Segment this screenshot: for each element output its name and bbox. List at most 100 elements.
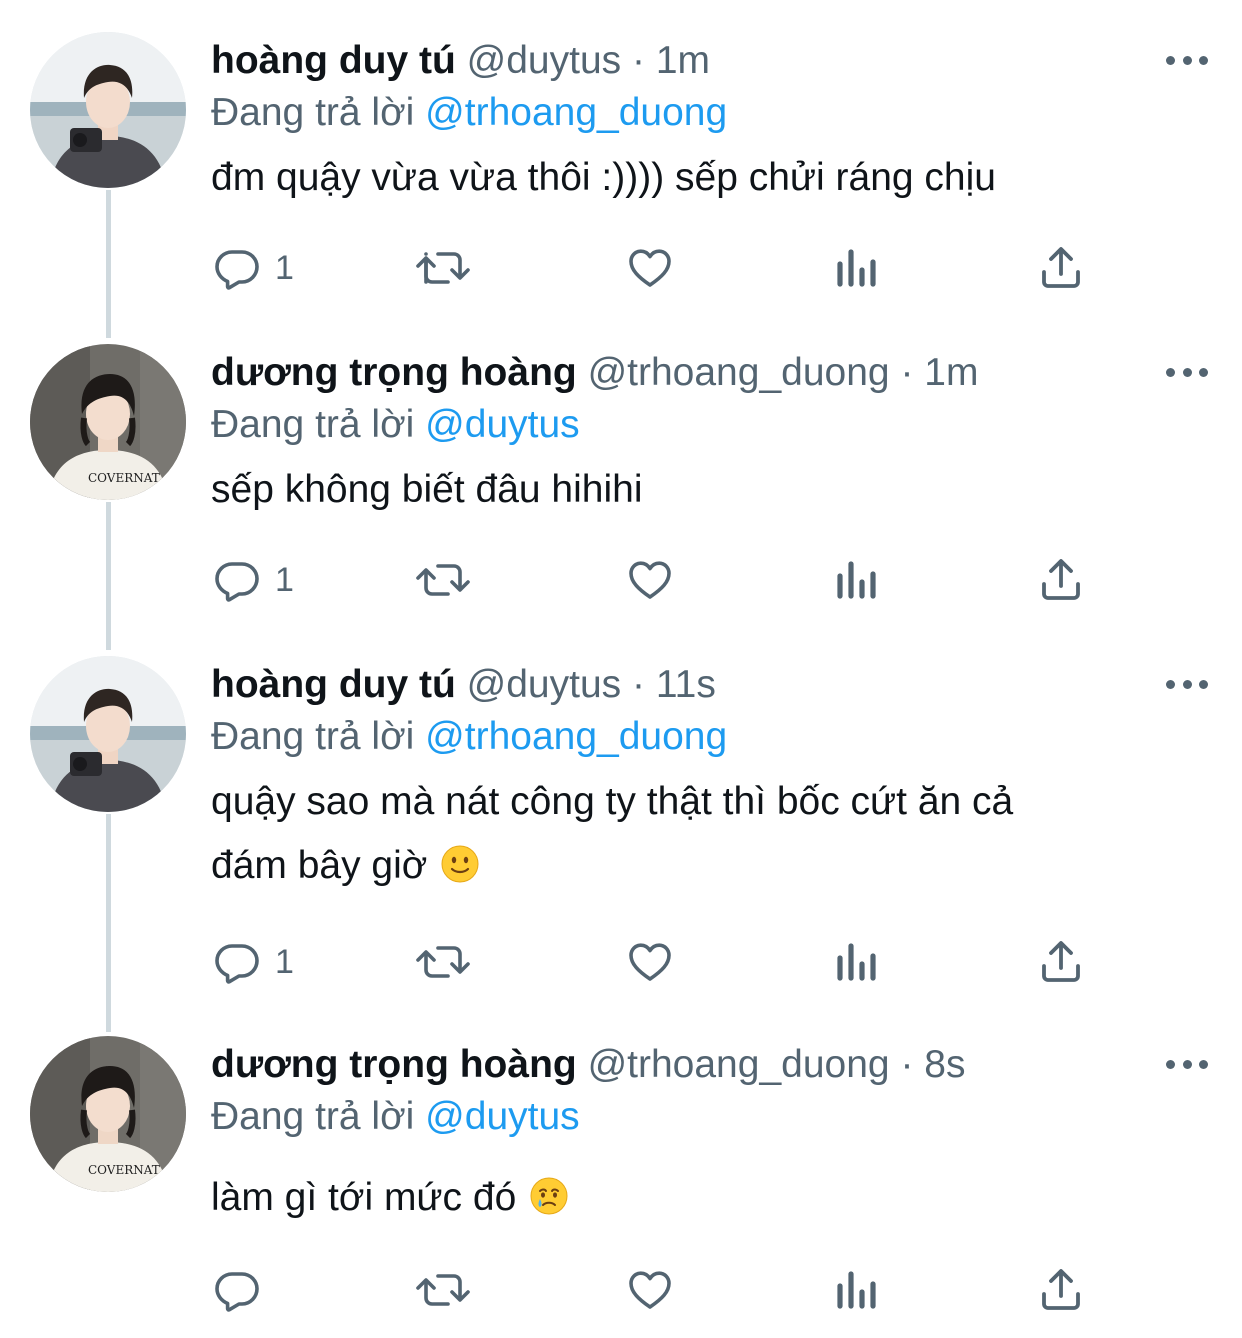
share-button[interactable] [1038,932,1084,992]
separator-dot: · [632,663,645,706]
mention-link[interactable]: @duytus [425,1095,580,1138]
avatar[interactable]: COVERNAT [30,344,186,500]
share-icon [1042,1269,1080,1310]
tweet[interactable]: COVERNAT dương trọng hoàng @trhoang_duon… [0,344,1242,634]
avatar[interactable] [30,656,186,812]
user-handle[interactable]: @duytus [467,663,622,706]
mention-link[interactable]: @trhoang_duong [425,91,727,134]
tweet-text-fragment: đám bây giờ [211,844,428,887]
like-button[interactable] [625,550,675,610]
more-icon[interactable] [1162,664,1212,704]
mention-link[interactable]: @trhoang_duong [425,715,727,758]
share-icon [1042,559,1080,600]
retweet-button[interactable] [414,238,472,298]
reply-icon [215,944,259,984]
more-icon[interactable] [1162,352,1212,392]
separator-dot: · [632,39,645,82]
shirt-text: COVERNAT [88,471,160,485]
tweet-actions: 1 [0,238,1242,298]
shirt-text: COVERNAT [88,1163,160,1177]
reply-icon [215,250,259,290]
share-icon [1042,247,1080,288]
display-name[interactable]: hoàng duy tú [211,663,456,706]
reply-count: 1 [275,942,294,981]
user-handle[interactable]: @trhoang_duong [588,1043,890,1086]
display-name[interactable]: hoàng duy tú [211,39,456,82]
views-button[interactable] [834,550,878,610]
views-button[interactable] [834,238,878,298]
retweet-icon [416,1274,470,1306]
reply-button[interactable]: 1 [213,932,294,992]
tweet-text: đm quậy vừa vừa thôi :)))) sếp chửi ráng… [211,156,996,199]
tweet-text-fragment: làm gì tới mức đó [211,1176,517,1219]
tweet-actions [0,1260,1242,1320]
avatar[interactable]: COVERNAT [30,1036,186,1192]
replying-to: Đang trả lời @trhoang_duong [211,712,727,762]
views-icon [837,1271,876,1309]
retweet-button[interactable] [414,550,472,610]
avatar[interactable] [30,32,186,188]
views-button[interactable] [834,1260,878,1320]
replying-to-label: Đang trả lời [211,715,415,758]
like-button[interactable] [625,238,675,298]
tweet-header: dương trọng hoàng @trhoang_duong · 8s [211,1040,1122,1090]
tweet-text-line: quậy sao mà nát công ty thật thì bốc cứt… [211,780,1014,823]
like-icon [629,249,671,287]
tweet-text: quậy sao mà nát công ty thật thì bốc cứt… [211,770,1132,898]
slightly-smiling-face-icon [441,845,479,883]
timestamp[interactable]: 8s [924,1043,965,1086]
tweet-text: sếp không biết đâu hihihi [211,468,643,511]
like-button[interactable] [625,1260,675,1320]
like-icon [629,1271,671,1309]
tweet-text: làm gì tới mức đó [211,1166,1132,1230]
tweet-text-line: đám bây giờ [211,834,1132,898]
replying-to-label: Đang trả lời [211,91,415,134]
mention-link[interactable]: @duytus [425,403,580,446]
tweet[interactable]: COVERNAT dương trọng hoàng @trhoang_duon… [0,1036,1242,1338]
reply-button[interactable]: 1 [213,238,294,298]
reply-count: 1 [275,248,294,287]
separator-dot: · [900,1043,914,1086]
tweet-header: hoàng duy tú @duytus · 11s [211,660,1122,710]
reply-icon [215,562,259,602]
retweet-icon [416,946,470,978]
tweet-actions: 1 [0,550,1242,610]
tweet-header: hoàng duy tú @duytus · 1m [211,36,1122,86]
display-name[interactable]: dương trọng hoàng [211,1043,577,1086]
views-icon [837,249,876,287]
display-name[interactable]: dương trọng hoàng [211,351,577,394]
views-icon [837,561,876,599]
share-button[interactable] [1038,238,1084,298]
like-icon [629,561,671,599]
retweet-button[interactable] [414,932,472,992]
crying-face-icon [530,1177,568,1215]
tweet[interactable]: hoàng duy tú @duytus · 1m Đang trả lời @… [0,32,1242,322]
like-button[interactable] [625,932,675,992]
like-icon [629,943,671,981]
replying-to: Đang trả lời @trhoang_duong [211,88,727,138]
separator-dot: · [900,351,914,394]
views-button[interactable] [834,932,878,992]
reply-button[interactable] [213,1260,275,1320]
reply-count: 1 [275,560,294,599]
timestamp[interactable]: 1m [924,351,978,394]
tweet[interactable]: hoàng duy tú @duytus · 11s Đang trả lời … [0,656,1242,1016]
timestamp[interactable]: 11s [656,663,716,706]
share-button[interactable] [1038,1260,1084,1320]
more-icon[interactable] [1162,1044,1212,1084]
user-handle[interactable]: @duytus [467,39,622,82]
user-handle[interactable]: @trhoang_duong [588,351,890,394]
share-icon [1042,941,1080,982]
views-icon [837,943,876,981]
retweet-icon [416,564,470,596]
reply-icon [215,1272,259,1312]
replying-to-label: Đang trả lời [211,403,415,446]
more-icon[interactable] [1162,40,1212,80]
replying-to: Đang trả lời @duytus [211,400,580,450]
timestamp[interactable]: 1m [656,39,710,82]
retweet-button[interactable] [414,1260,472,1320]
reply-button[interactable]: 1 [213,550,294,610]
share-button[interactable] [1038,550,1084,610]
retweet-icon [416,252,470,284]
replying-to-label: Đang trả lời [211,1095,415,1138]
